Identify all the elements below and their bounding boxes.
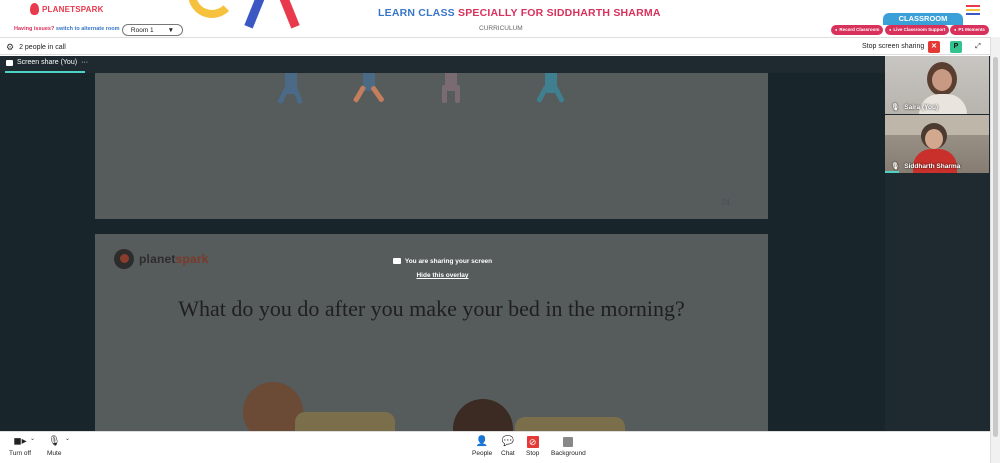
slide-question: What do you do after you make your bed i… [178,296,685,321]
screen-share-stage: 24 planetspark What do you do after you … [0,73,885,431]
mute-button[interactable]: 🎙 Mute [47,436,61,457]
present-icon [392,258,401,265]
microphone-icon: 🎙 [891,163,900,170]
record-classroom-button[interactable]: Record Classroom [831,25,884,35]
alternate-room-link[interactable]: switch to alternate room [56,26,120,32]
participant-video [932,69,952,91]
meeting-top-bar: ⚙ 2 people in call Stop screen sharing ✕… [0,37,990,55]
expand-icon[interactable]: ⤢ [972,41,984,53]
decorative-arc [188,0,236,18]
pin-button[interactable]: P [950,41,962,53]
page-scrollbar[interactable] [990,37,1000,463]
curriculum-link[interactable]: CURRICULUM [479,25,523,32]
issue-text: Having issues? switch to alternate room [14,26,119,32]
screen-share-tab[interactable]: Screen share (You) ··· [6,59,88,66]
participant-tile[interactable]: 🎙 Siddharth Sharma [885,115,989,173]
stop-sharing-close-button[interactable]: ✕ [928,41,940,53]
chat-button[interactable]: 💬 Chat [501,436,515,457]
people-count-text: 2 people in call [19,44,66,51]
stop-screen-sharing-label[interactable]: Stop screen sharing [862,43,924,50]
slide-page-number: 24 [721,198,730,207]
live-classroom-support-button[interactable]: Live Classroom Support [885,25,950,35]
planetspark-logo[interactable]: PLANETSPARK [30,3,104,15]
banner-title-part2: SPECIALLY FOR SIDDHARTH SHARMA [458,7,661,19]
meeting-main-area: Screen share (You) ··· 24 planetspark Wh… [0,56,990,431]
p1-moments-button[interactable]: P1 Moments [950,25,989,35]
chevron-down-icon[interactable]: ⌄ [30,435,35,442]
camera-button[interactable]: ◼▸ Turn off [9,436,31,457]
room-select-value: Room 1 [130,26,154,34]
slide-illustration-pillow [515,417,625,431]
top-banner: PLANETSPARK LEARN CLASS SPECIALLY FOR SI… [0,0,1000,29]
issue-label: Having issues? [14,26,56,32]
microphone-icon: 🎙 [891,104,900,111]
room-select[interactable]: Room 1 ▼ [122,24,183,36]
hamburger-line [966,13,980,15]
hide-overlay-link[interactable]: Hide this overlay [0,272,885,279]
background-button[interactable]: Background [551,436,586,457]
meeting-controls-bar: ◼▸ Turn off ⌄ 🎙 Mute ⌄ 👤 People 💬 Chat ⊘… [0,431,990,463]
microphone-icon: 🎙 [47,436,61,447]
people-count: ⚙ 2 people in call [6,42,66,53]
hamburger-menu-icon[interactable] [966,5,980,17]
participant-tile[interactable]: 🎙 Saira (You) [885,56,989,114]
stop-share-icon: ⊘ [526,436,539,448]
background-icon [563,437,574,447]
more-options-icon[interactable]: ··· [81,59,88,66]
chat-button-label: Chat [501,450,515,457]
participant-name-text: Saira (You) [904,103,939,111]
participant-name-text: Siddharth Sharma [904,162,961,170]
slide-previous: 24 [95,73,768,219]
people-button[interactable]: 👤 People [472,436,492,457]
participant-name: 🎙 Saira (You) [891,103,939,112]
logo-text: PLANETSPARK [42,4,104,14]
speaking-indicator [885,171,899,173]
hamburger-line [966,9,980,11]
planetspark-logo-icon [30,3,39,15]
camera-button-label: Turn off [9,450,32,457]
sharing-overlay-text: You are sharing your screen [404,258,493,265]
people-icon: 👤 [475,436,489,447]
participant-video [925,129,943,149]
mute-button-label: Mute [47,450,62,457]
background-button-label: Background [551,450,586,457]
people-button-label: People [472,450,493,457]
gear-icon[interactable]: ⚙ [6,42,14,53]
chevron-down-icon: ▼ [167,26,175,34]
hamburger-line [966,5,980,7]
sharing-overlay-message: You are sharing your screen [0,258,885,265]
screen-share-icon [6,59,13,66]
participant-name: 🎙 Siddharth Sharma [891,162,961,171]
banner-title-part1: LEARN CLASS [378,7,458,19]
video-camera-icon: ◼▸ [13,436,27,447]
banner-title: LEARN CLASS SPECIALLY FOR SIDDHARTH SHAR… [378,7,661,19]
chevron-down-icon[interactable]: ⌄ [65,435,70,442]
slide-illustration-child [453,399,513,431]
scrollbar-thumb[interactable] [993,57,998,437]
chat-icon: 💬 [501,436,515,447]
slide-illustration-pillow [295,412,395,431]
stop-share-button[interactable]: ⊘ Stop [526,436,539,457]
slide-illustration-child [243,382,303,431]
screen-share-label: Screen share (You) [17,59,78,66]
stop-share-button-label: Stop [526,450,540,457]
